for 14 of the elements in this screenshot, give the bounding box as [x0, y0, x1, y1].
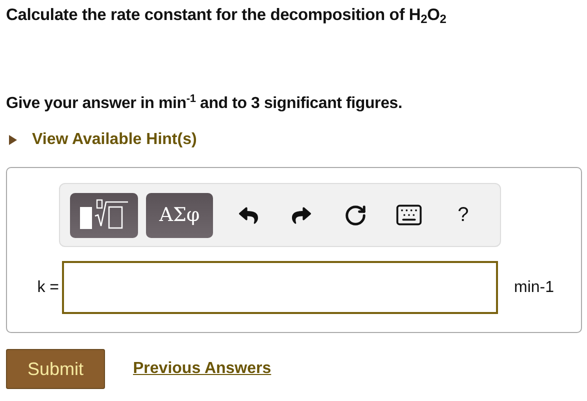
answer-field[interactable]: [62, 261, 498, 314]
templates-button[interactable]: [70, 192, 138, 238]
redo-icon: [292, 206, 312, 224]
instruction-text: Give your answer in min$^{-1}$ and to 3 significant figures.: [6, 93, 404, 113]
unit-label: min-1: [514, 278, 554, 296]
answer-label: k =: [36, 278, 60, 296]
hint-link[interactable]: View Available Hint(s): [32, 131, 197, 149]
submit-button[interactable]: Submit: [6, 349, 105, 389]
help-button[interactable]: ?: [436, 192, 490, 238]
question-text: Calculate the rate constant for the decomposition of H$_{2}$O$_{2}$: [6, 6, 448, 26]
undo-icon: [238, 206, 258, 224]
symbols-button[interactable]: ΑΣφ: [146, 192, 214, 238]
previous-answers-link[interactable]: Previous Answers: [133, 360, 272, 378]
reset-icon: [344, 204, 368, 226]
